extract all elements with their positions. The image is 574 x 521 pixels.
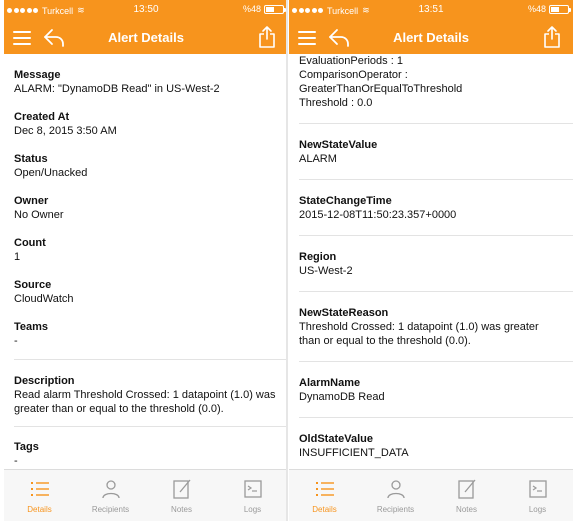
battery-icon bbox=[549, 4, 571, 14]
field-label: OldStateValue bbox=[299, 433, 373, 445]
tab-notes[interactable]: Notes bbox=[146, 470, 217, 521]
phone-screen-left: Turkcell ≋ 13:50 %48 Alert Details Messa… bbox=[4, 0, 288, 521]
field-label: StateChangeTime bbox=[299, 195, 392, 207]
logs-icon bbox=[528, 480, 547, 498]
nav-bar: Alert Details bbox=[4, 22, 288, 54]
field-label: Region bbox=[299, 251, 337, 263]
person-icon bbox=[386, 480, 405, 499]
field-new-state-value: NewStateValue ALARM bbox=[289, 124, 573, 166]
battery-icon bbox=[264, 4, 286, 14]
share-icon[interactable] bbox=[258, 25, 276, 49]
field-owner: Owner No Owner bbox=[4, 180, 288, 222]
field-teams: Teams - bbox=[4, 306, 288, 348]
tab-bar: Details Recipients Notes Logs bbox=[4, 469, 288, 521]
field-tags: Tags - bbox=[4, 427, 288, 468]
field-value: CloudWatch bbox=[14, 293, 74, 305]
field-value: DynamoDB Read bbox=[299, 391, 385, 403]
tab-details[interactable]: Details bbox=[4, 470, 75, 521]
field-label: Owner bbox=[14, 195, 49, 207]
screen-divider bbox=[286, 0, 288, 521]
field-label: Tags bbox=[14, 441, 39, 453]
tab-label: Recipients bbox=[91, 505, 130, 514]
person-icon bbox=[101, 480, 120, 499]
field-value: Dec 8, 2015 3:50 AM bbox=[14, 125, 117, 137]
tab-label: Details bbox=[27, 505, 52, 514]
tab-bar: Details Recipients Notes Logs bbox=[289, 469, 573, 521]
field-created-at: Created At Dec 8, 2015 3:50 AM bbox=[4, 96, 288, 138]
field-old-state-value: OldStateValue INSUFFICIENT_DATA bbox=[289, 418, 573, 460]
field-region: Region US-West-2 bbox=[289, 236, 573, 278]
field-alarm-name: AlarmName DynamoDB Read bbox=[289, 362, 573, 404]
tab-label: Logs bbox=[528, 505, 547, 514]
field-label: AlarmName bbox=[299, 377, 361, 389]
tab-notes[interactable]: Notes bbox=[431, 470, 502, 521]
tab-logs[interactable]: Logs bbox=[217, 470, 288, 521]
tab-label: Notes bbox=[456, 505, 477, 514]
nav-bar: Alert Details bbox=[289, 22, 573, 54]
field-label: Message bbox=[14, 69, 61, 81]
field-message: Message ALARM: "DynamoDB Read" in US-Wes… bbox=[4, 54, 288, 96]
field-label: NewStateReason bbox=[299, 307, 389, 319]
tab-logs[interactable]: Logs bbox=[502, 470, 573, 521]
page-title: Alert Details bbox=[393, 30, 469, 45]
tab-label: Logs bbox=[243, 505, 262, 514]
field-label: Created At bbox=[14, 111, 70, 123]
field-label: NewStateValue bbox=[299, 139, 378, 151]
details-list: Message ALARM: "DynamoDB Read" in US-Wes… bbox=[4, 54, 288, 469]
list-icon bbox=[315, 482, 334, 496]
details-list: EvaluationPeriods : 1 ComparisonOperator… bbox=[289, 54, 573, 469]
field-value: 1 bbox=[14, 251, 21, 263]
field-source: Source CloudWatch bbox=[4, 264, 288, 306]
field-label: Source bbox=[14, 279, 52, 291]
field-label: Teams bbox=[14, 321, 49, 333]
field-value: Threshold Crossed: 1 datapoint (1.0) was… bbox=[299, 321, 539, 347]
field-value: 2015-12-08T11:50:23.357+0000 bbox=[299, 209, 457, 221]
tab-label: Recipients bbox=[376, 505, 415, 514]
field-count: Count 1 bbox=[4, 222, 288, 264]
field-label: Count bbox=[14, 237, 46, 249]
field-value: - bbox=[14, 455, 18, 467]
field-value: EvaluationPeriods : 1 bbox=[299, 55, 403, 67]
field-value: US-West-2 bbox=[299, 265, 353, 277]
field-value: Read alarm Threshold Crossed: 1 datapoin… bbox=[14, 389, 276, 415]
field-state-change-time: StateChangeTime 2015-12-08T11:50:23.357+… bbox=[289, 180, 573, 222]
field-value: ComparisonOperator : GreaterThanOrEqualT… bbox=[299, 69, 463, 95]
phone-screen-right: Turkcell ≋ 13:51 %48 Alert Details Evalu… bbox=[289, 0, 573, 521]
tab-recipients[interactable]: Recipients bbox=[75, 470, 146, 521]
field-new-state-reason: NewStateReason Threshold Crossed: 1 data… bbox=[289, 292, 573, 348]
status-bar: Turkcell ≋ 13:50 %48 bbox=[4, 0, 288, 22]
page-title: Alert Details bbox=[108, 30, 184, 45]
field-status: Status Open/Unacked bbox=[4, 138, 288, 180]
field-alarm-config: EvaluationPeriods : 1 ComparisonOperator… bbox=[289, 54, 573, 110]
field-value: ALARM: "DynamoDB Read" in US-West-2 bbox=[14, 83, 220, 95]
logs-icon bbox=[243, 480, 262, 498]
tab-details[interactable]: Details bbox=[289, 470, 360, 521]
field-label: Description bbox=[14, 375, 75, 387]
tab-recipients[interactable]: Recipients bbox=[360, 470, 431, 521]
note-icon bbox=[457, 479, 475, 499]
tab-label: Notes bbox=[171, 505, 192, 514]
field-value: Threshold : 0.0 bbox=[299, 97, 373, 109]
field-value: - bbox=[14, 335, 18, 347]
field-value: INSUFFICIENT_DATA bbox=[299, 447, 409, 459]
status-bar: Turkcell ≋ 13:51 %48 bbox=[289, 0, 573, 22]
note-icon bbox=[172, 479, 190, 499]
field-value: ALARM bbox=[299, 153, 337, 165]
share-icon[interactable] bbox=[543, 25, 561, 49]
field-label: Status bbox=[14, 153, 48, 165]
field-description: Description Read alarm Threshold Crossed… bbox=[4, 360, 288, 416]
field-value: Open/Unacked bbox=[14, 167, 88, 179]
field-value: No Owner bbox=[14, 209, 64, 221]
battery-percent: %48 bbox=[242, 4, 261, 14]
battery-percent: %48 bbox=[527, 4, 546, 14]
tab-label: Details bbox=[312, 505, 337, 514]
list-icon bbox=[30, 482, 49, 496]
